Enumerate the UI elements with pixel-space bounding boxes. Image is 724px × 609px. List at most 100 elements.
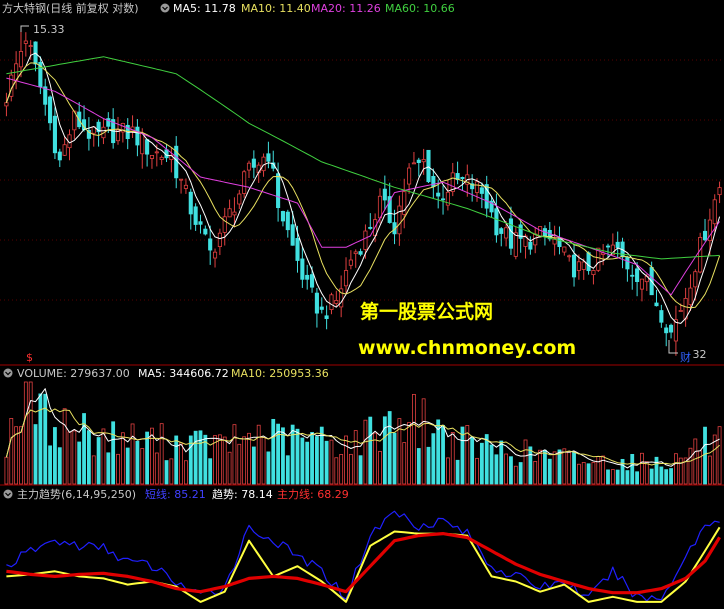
price-candle (625, 256, 630, 270)
volume-bar (615, 469, 620, 485)
price-candle (436, 192, 441, 197)
price-candle (227, 208, 232, 218)
price-candle (188, 191, 193, 215)
price-candle (310, 274, 315, 288)
volume-bar (664, 469, 669, 485)
volume-bar (518, 462, 523, 485)
price-candle (314, 292, 319, 314)
volume-bar (649, 468, 654, 485)
price-candle (377, 195, 383, 219)
stock-title: 方大特钢(日线 前复权 对数) (2, 1, 139, 15)
volume-bar (606, 469, 610, 485)
volume-bar (455, 459, 460, 485)
price-candle (18, 51, 24, 68)
volume-bar (707, 455, 712, 485)
price-candle (149, 155, 155, 159)
volume-bar (581, 462, 586, 485)
volume-bar (528, 446, 533, 485)
volume-bar (344, 435, 348, 485)
volume-bar (33, 424, 38, 485)
volume-bar (145, 431, 150, 485)
price-candle (4, 102, 9, 107)
volume-settings-icon[interactable] (3, 368, 13, 378)
volume-bar (329, 439, 334, 485)
volume-bar (484, 434, 489, 485)
price-candle (140, 133, 145, 155)
watermark-title: 第一股票公式网 (360, 300, 493, 323)
volume-bar (610, 469, 615, 485)
ma20-legend: MA20: 11.26 (311, 2, 381, 15)
main-line-legend: 主力线: 68.29 (277, 487, 349, 501)
volume-bar (543, 449, 547, 485)
volume-bar (703, 426, 707, 485)
price-candle (678, 310, 683, 312)
volume-bar (237, 443, 242, 485)
price-candle (664, 327, 669, 334)
price-candle (334, 300, 339, 304)
price-candle (567, 255, 572, 258)
price-candle (557, 237, 562, 248)
volume-bar (247, 432, 251, 485)
volume-bar (523, 439, 528, 485)
ma10-legend: MA10: 11.40 (241, 2, 311, 15)
price-candle (319, 306, 324, 310)
price-candle (183, 184, 188, 189)
indicator-title: 主力趋势(6,14,95,250) (17, 488, 136, 501)
volume-bar (479, 442, 484, 485)
volume-bar (48, 445, 52, 485)
price-candle (368, 226, 373, 229)
price-candle (208, 238, 213, 251)
volume-bar (509, 456, 513, 485)
volume-bar (348, 453, 353, 485)
volume-bar (489, 444, 494, 485)
price-candle (693, 271, 698, 288)
volume-bar (198, 430, 203, 485)
volume-bar (4, 456, 9, 485)
stock-chart[interactable]: 方大特钢(日线 前复权 对数) MA5: 11.78 MA10: 11.40 M… (0, 0, 724, 609)
price-candle (237, 193, 242, 205)
volume-bar (261, 437, 266, 485)
volume-bar (334, 457, 339, 485)
volume-bar (547, 458, 552, 485)
price-candle (635, 268, 640, 282)
price-candle (411, 162, 416, 165)
volume-bar (184, 460, 188, 485)
price-candle (562, 246, 567, 253)
volume-bar (28, 381, 33, 485)
finance-badge[interactable]: 财 (680, 350, 691, 364)
price-candle (363, 230, 368, 250)
price-candle (440, 198, 446, 201)
volume-bar (77, 441, 82, 485)
price-candle (407, 167, 412, 185)
price-candle (513, 232, 518, 257)
price-candle (305, 274, 310, 280)
volume-bar (164, 460, 169, 485)
volume-bar (363, 419, 368, 485)
volume-bar (169, 458, 174, 485)
price-candle (528, 241, 533, 250)
price-candle (581, 261, 586, 270)
price-candle (426, 149, 431, 183)
price-candle (48, 96, 53, 124)
price-candle (605, 245, 611, 248)
volume-bar (625, 470, 630, 485)
price-settings-icon[interactable] (160, 3, 170, 13)
volume-bar (290, 424, 295, 485)
indicator-settings-icon[interactable] (3, 489, 13, 499)
volume-bar (222, 436, 227, 485)
price-candle (23, 40, 28, 44)
volume-bar (538, 449, 542, 485)
high-price-marker: 15.33 (33, 23, 65, 36)
volume-bar (266, 451, 271, 485)
price-candle (285, 211, 290, 231)
watermark-url: www.chnmoney.com (358, 337, 576, 359)
volume-bar (387, 411, 392, 485)
volume-bar (120, 432, 125, 485)
volume-bar (106, 452, 111, 485)
price-candle (504, 227, 509, 239)
volume-bar (154, 452, 159, 485)
volume-bar (116, 453, 120, 485)
volume-bar (630, 453, 635, 485)
price-candle (280, 211, 286, 222)
volume-bar (91, 455, 96, 485)
